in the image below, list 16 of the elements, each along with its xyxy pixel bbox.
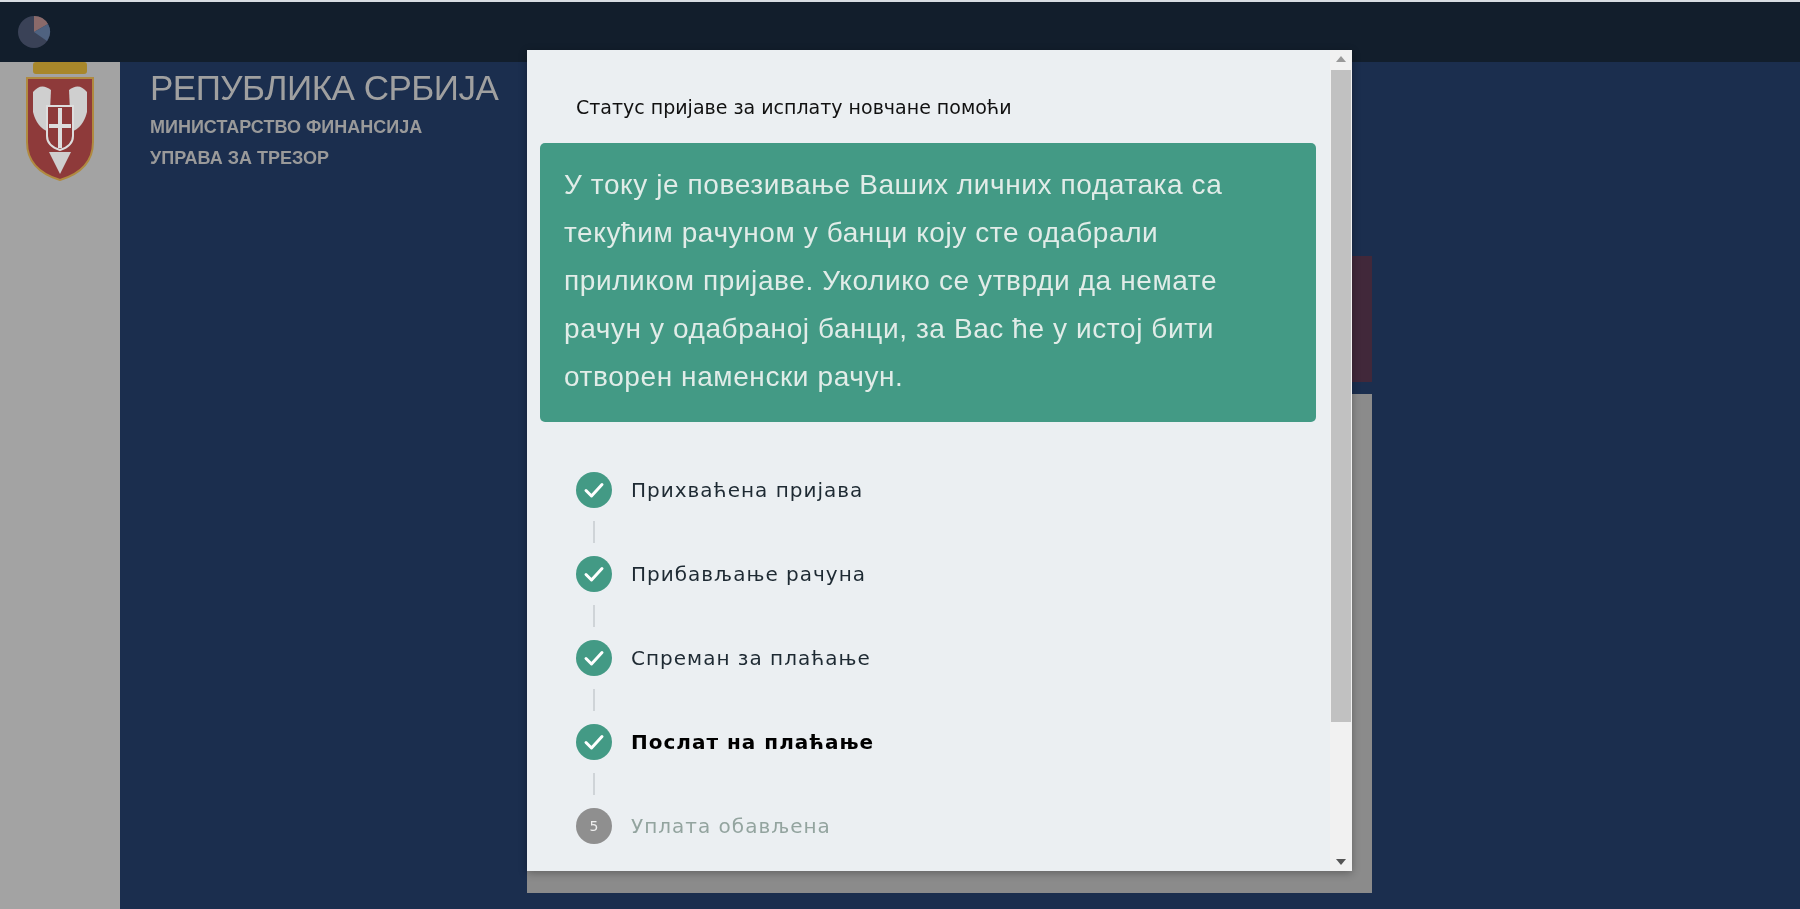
scroll-down-icon[interactable]	[1336, 859, 1346, 865]
pie-chart-icon[interactable]	[17, 15, 51, 49]
header-subtitle: МИНИСТАРСТВО ФИНАНСИЈА	[150, 116, 424, 139]
header-subtitle: УПРАВА ЗА ТРЕЗОР	[150, 147, 330, 170]
scrollbar[interactable]	[1330, 50, 1352, 871]
step-label: Прибављање рачуна	[631, 562, 866, 586]
scroll-up-icon[interactable]	[1336, 56, 1346, 62]
step-label: Послат на плаћање	[631, 730, 875, 754]
step-label: Уплата обављена	[631, 814, 831, 838]
step-label: Спреман за плаћање	[631, 646, 871, 670]
step-number: 5	[576, 808, 612, 844]
step-label: Прихваћена пријава	[631, 478, 864, 502]
header-title: РЕПУБЛИКА СРБИЈА	[150, 67, 499, 109]
dialog-title: Статус пријаве за исплату новчане помоћи	[575, 95, 1013, 120]
scrollbar-thumb[interactable]	[1331, 70, 1351, 722]
status-message: У току је повезивање Ваших личних података са текућим рачуном у банци коју сте одабрали приликом пријаве. Уколико се утврди да немате рачун у одабраној банци, за Вас ће у истој бити отворен наменски рачун.	[540, 143, 1316, 422]
